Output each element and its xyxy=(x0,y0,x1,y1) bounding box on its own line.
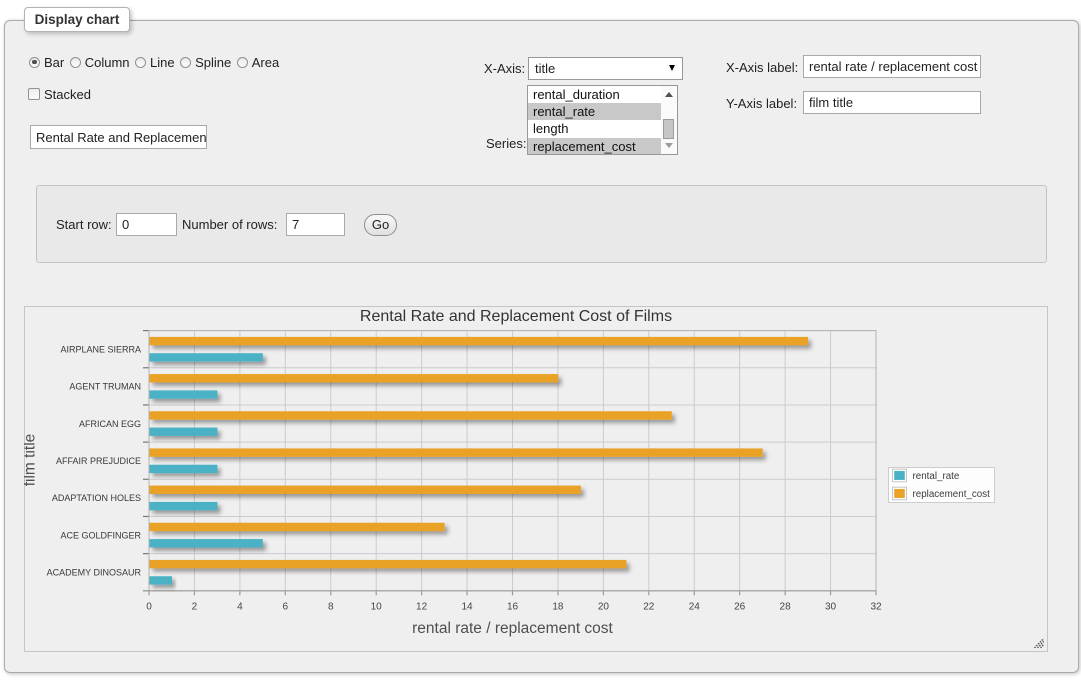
svg-text:2: 2 xyxy=(192,602,198,613)
svg-text:4: 4 xyxy=(237,602,243,613)
svg-text:14: 14 xyxy=(461,602,473,613)
svg-text:Rental Rate and Replacement Co: Rental Rate and Replacement Cost of Film… xyxy=(360,308,672,325)
svg-text:28: 28 xyxy=(780,602,792,613)
svg-text:30: 30 xyxy=(825,602,837,613)
svg-text:0: 0 xyxy=(146,602,152,613)
svg-text:8: 8 xyxy=(328,602,334,613)
svg-text:film title: film title xyxy=(24,434,39,487)
svg-text:18: 18 xyxy=(552,602,564,613)
svg-text:replacement_cost: replacement_cost xyxy=(913,489,991,500)
svg-text:ACADEMY DINOSAUR: ACADEMY DINOSAUR xyxy=(47,568,142,578)
svg-text:AGENT TRUMAN: AGENT TRUMAN xyxy=(69,382,141,392)
svg-text:ADAPTATION HOLES: ADAPTATION HOLES xyxy=(52,493,141,503)
svg-text:ACE GOLDFINGER: ACE GOLDFINGER xyxy=(60,530,141,540)
svg-text:rental_rate: rental_rate xyxy=(913,471,960,482)
svg-text:AFFAIR PREJUDICE: AFFAIR PREJUDICE xyxy=(56,456,141,466)
svg-text:22: 22 xyxy=(643,602,655,613)
svg-text:20: 20 xyxy=(598,602,610,613)
svg-text:rental rate / replacement cost: rental rate / replacement cost xyxy=(412,620,613,637)
svg-text:6: 6 xyxy=(283,602,289,613)
svg-text:AFRICAN EGG: AFRICAN EGG xyxy=(79,419,141,429)
svg-text:10: 10 xyxy=(371,602,383,613)
svg-text:24: 24 xyxy=(689,602,701,613)
svg-text:26: 26 xyxy=(734,602,746,613)
svg-text:AIRPLANE SIERRA: AIRPLANE SIERRA xyxy=(60,344,141,354)
svg-text:32: 32 xyxy=(870,602,882,613)
svg-text:12: 12 xyxy=(416,602,428,613)
svg-text:16: 16 xyxy=(507,602,519,613)
